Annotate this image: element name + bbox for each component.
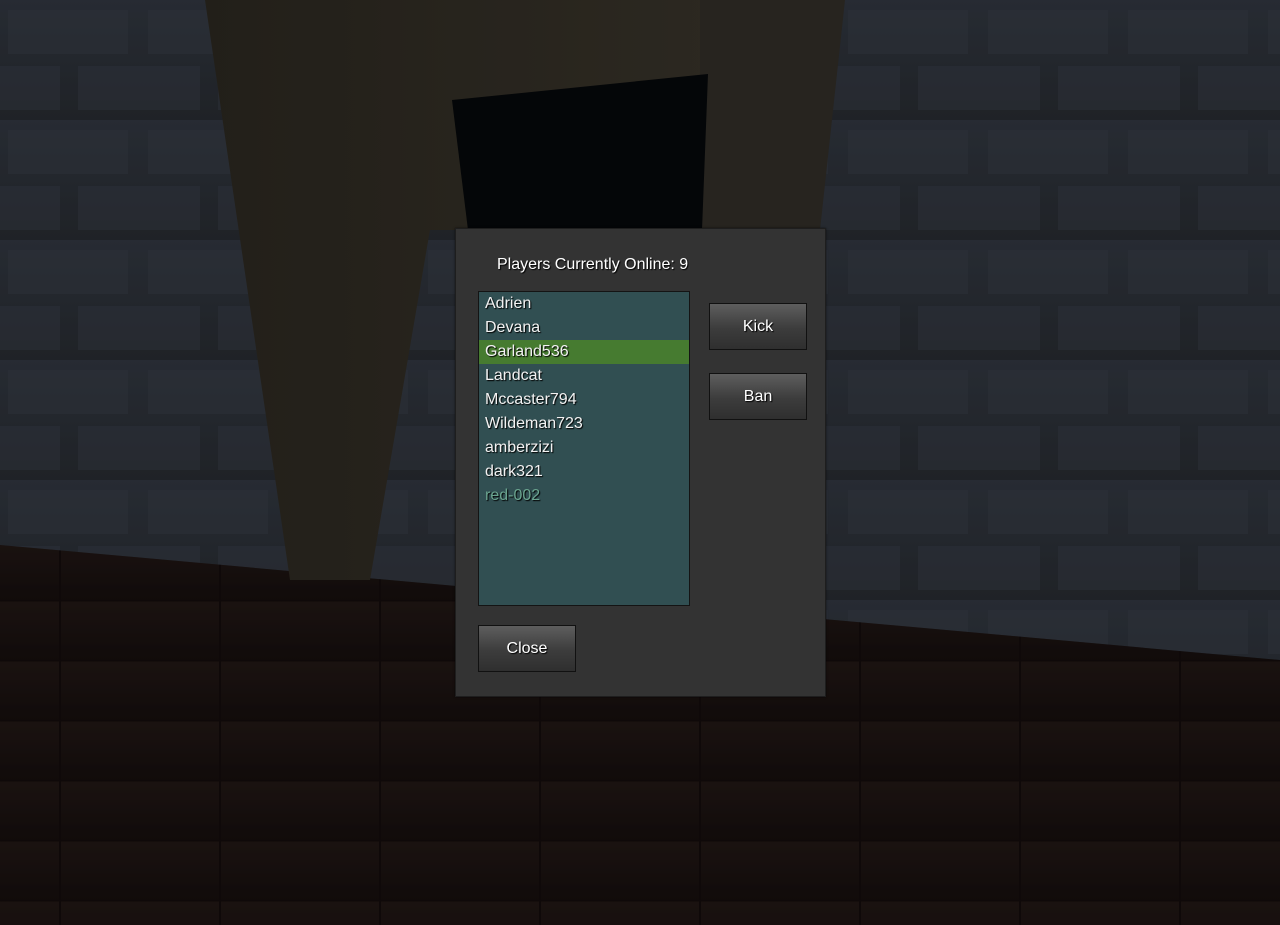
player-list-item-selected[interactable]: Garland536 bbox=[479, 340, 689, 364]
player-list[interactable]: Adrien Devana Garland536 Landcat Mccaste… bbox=[478, 291, 690, 606]
dialog-title: Players Currently Online: 9 bbox=[497, 256, 689, 273]
player-list-item[interactable]: Mccaster794 bbox=[479, 388, 689, 412]
player-list-item[interactable]: amberzizi bbox=[479, 436, 689, 460]
player-list-item[interactable]: Landcat bbox=[479, 364, 689, 388]
close-button[interactable]: Close bbox=[478, 625, 576, 672]
player-list-item[interactable]: Devana bbox=[479, 316, 689, 340]
players-online-dialog: Players Currently Online: 9 Adrien Devan… bbox=[455, 228, 826, 697]
player-list-item[interactable]: Adrien bbox=[479, 292, 689, 316]
ban-button[interactable]: Ban bbox=[709, 373, 807, 420]
kick-button[interactable]: Kick bbox=[709, 303, 807, 350]
player-list-item[interactable]: red-002 bbox=[479, 484, 689, 508]
player-list-item[interactable]: Wildeman723 bbox=[479, 412, 689, 436]
player-list-item[interactable]: dark321 bbox=[479, 460, 689, 484]
